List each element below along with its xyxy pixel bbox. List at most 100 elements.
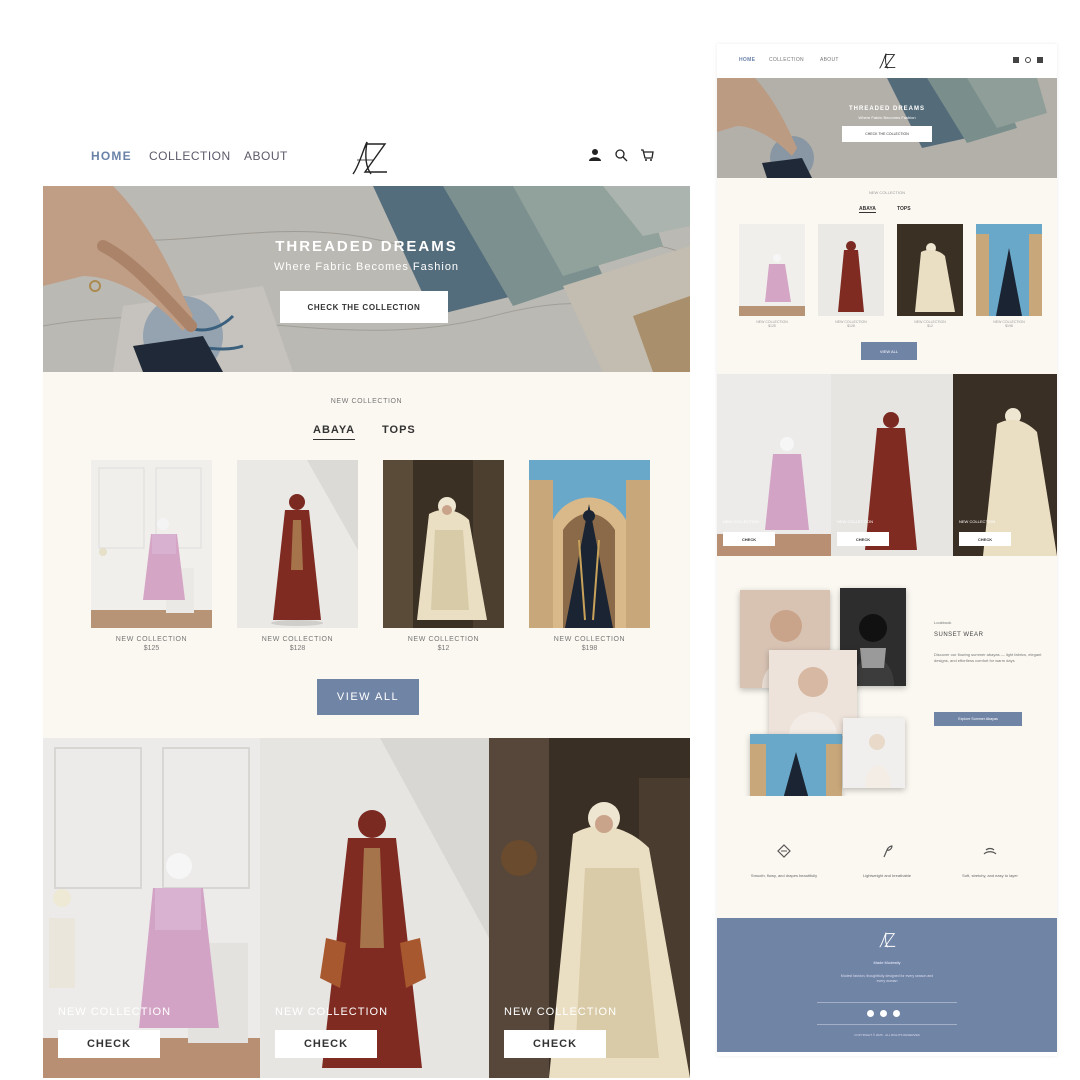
product-price: $12 [437,645,450,652]
user-icon[interactable] [1013,57,1019,63]
lookbook-section: Lookbook SUNSET WEAR Discover our flowin… [717,556,1057,810]
product-card[interactable]: NEW COLLECTION $125 [91,460,212,652]
feature-item: Lightweight and breathable [842,844,932,879]
check-button[interactable]: CHECK [723,532,775,546]
product-card[interactable]: NEW COLLECTION $128 [818,224,884,328]
product-name: NEW COLLECTION [553,636,626,643]
full-page-mockup: HOME COLLECTION ABOUT THREADED DREAMS Wh… [717,44,1057,1056]
check-button[interactable]: CHECK [837,532,889,546]
banner-title: NEW COLLECTION [58,1006,172,1018]
feature-item: Smooth, flowy, and drapes beautifully [739,844,829,879]
nav-about[interactable]: ABOUT [244,149,288,163]
layers-icon [983,847,997,855]
product-name: NEW COLLECTION [407,636,480,643]
banner-title: NEW COLLECTION [723,519,760,524]
view-all-button[interactable]: VIEW ALL [861,342,917,360]
nav-home[interactable]: HOME [91,149,132,163]
features-section: Smooth, flowy, and drapes beautifully Li… [717,796,1057,918]
tab-tops[interactable]: TOPS [897,206,911,212]
banner-title: NEW COLLECTION [959,519,996,524]
nav-collection[interactable]: COLLECTION [769,57,804,63]
product-image[interactable] [739,224,805,316]
search-icon[interactable] [1025,57,1031,63]
banner-image [43,738,260,1078]
banner-panel[interactable]: NEW COLLECTION CHECK [953,374,1057,556]
footer-divider [817,1024,957,1025]
check-collection-button[interactable]: CHECK THE COLLECTION [842,126,932,142]
new-collection-section: NEW COLLECTION ABAYA TOPS NEW COLLECTION… [43,372,690,738]
lookbook-title: SUNSET WEAR [934,632,984,638]
check-button[interactable]: CHECK [504,1030,606,1058]
view-all-button[interactable]: VIEW ALL [317,679,419,715]
cart-icon[interactable] [1037,57,1043,63]
brand-logo[interactable] [343,136,395,180]
check-collection-button[interactable]: CHECK THE COLLECTION [280,291,448,323]
product-card[interactable]: NEW COLLECTION $128 [237,460,358,652]
hero-banner: THREADED DREAMS Where Fabric Becomes Fas… [43,186,690,372]
search-icon[interactable] [614,148,628,162]
product-price: $198 [1005,324,1013,328]
check-button[interactable]: CHECK [275,1030,377,1058]
product-card[interactable]: NEW COLLECTION $198 [976,224,1042,328]
footer-copyright: COPYRIGHT © 2025 · ALL RIGHTS RESERVED [854,1033,920,1037]
product-image[interactable] [91,460,212,628]
nav-home[interactable]: HOME [739,57,755,63]
product-image[interactable] [818,224,884,316]
hero-image [43,186,690,372]
lookbook-photo[interactable] [843,718,905,788]
banner-panel[interactable]: NEW COLLECTION CHECK [43,738,260,1078]
lookbook-overline: Lookbook [934,620,952,625]
user-icon[interactable] [588,148,602,162]
product-card[interactable]: NEW COLLECTION $198 [529,460,650,652]
mini-nav: HOME COLLECTION ABOUT [717,44,1057,78]
brand-logo[interactable] [875,50,899,72]
footer-text: Modest fashion, thoughtfully designed fo… [840,974,934,983]
x-icon[interactable] [867,1010,874,1017]
product-price: $128 [289,645,306,652]
product-image[interactable] [529,460,650,628]
cart-icon[interactable] [640,148,654,162]
check-button[interactable]: CHECK [959,532,1011,546]
nav-icons [588,148,654,162]
product-image[interactable] [897,224,963,316]
check-button[interactable]: CHECK [58,1030,160,1058]
instagram-icon[interactable] [880,1010,887,1017]
main-nav: HOME COLLECTION ABOUT [43,128,690,186]
banner-image [489,738,690,1078]
product-image[interactable] [976,224,1042,316]
hero-subtitle: Where Fabric Becomes Fashion [273,261,460,273]
product-card[interactable]: NEW COLLECTION $12 [383,460,504,652]
product-card[interactable]: NEW COLLECTION $12 [897,224,963,328]
banner-title: NEW COLLECTION [837,519,874,524]
feature-text: Lightweight and breathable [862,873,912,878]
banner-panel[interactable]: NEW COLLECTION CHECK [489,738,690,1078]
product-image[interactable] [237,460,358,628]
hero-subtitle: Where Fabric Becomes Fashion [858,115,916,120]
social-links [867,1010,900,1017]
footer-divider [817,1002,957,1003]
collection-banner: NEW COLLECTION CHECK NEW COLLECTION CHEC… [717,374,1057,556]
feature-text: Smooth, flowy, and drapes beautifully [750,873,818,878]
feature-text: Soft, stretchy, and easy to layer [962,873,1018,878]
hero-title: THREADED DREAMS [848,106,925,112]
banner-panel[interactable]: NEW COLLECTION CHECK [831,374,953,556]
product-image[interactable] [383,460,504,628]
explore-summer-button[interactable]: Explore Summer Abayas [934,712,1022,726]
collection-banner: NEW COLLECTION CHECK NEW COLLECTION CHEC… [43,738,690,1078]
new-collection-section: NEW COLLECTION ABAYA TOPS NEW COLLECTION… [717,178,1057,374]
banner-panel[interactable]: NEW COLLECTION CHECK [260,738,489,1078]
nav-collection[interactable]: COLLECTION [149,149,231,163]
fabric-icon [777,844,791,858]
banner-panel[interactable]: NEW COLLECTION CHECK [717,374,831,556]
tab-abaya[interactable]: ABAYA [859,206,876,213]
desktop-mockup: HOME COLLECTION ABOUT THREADED DREAMS Wh… [43,128,690,1078]
product-card[interactable]: NEW COLLECTION $125 [739,224,805,328]
nav-about[interactable]: ABOUT [820,57,839,63]
nav-icons [1013,57,1043,63]
tab-abaya[interactable]: ABAYA [313,424,356,440]
tab-tops[interactable]: TOPS [382,424,416,436]
facebook-icon[interactable] [893,1010,900,1017]
brand-logo[interactable] [875,930,899,950]
section-label: NEW COLLECTION [330,398,403,405]
product-name: NEW COLLECTION [115,636,188,643]
